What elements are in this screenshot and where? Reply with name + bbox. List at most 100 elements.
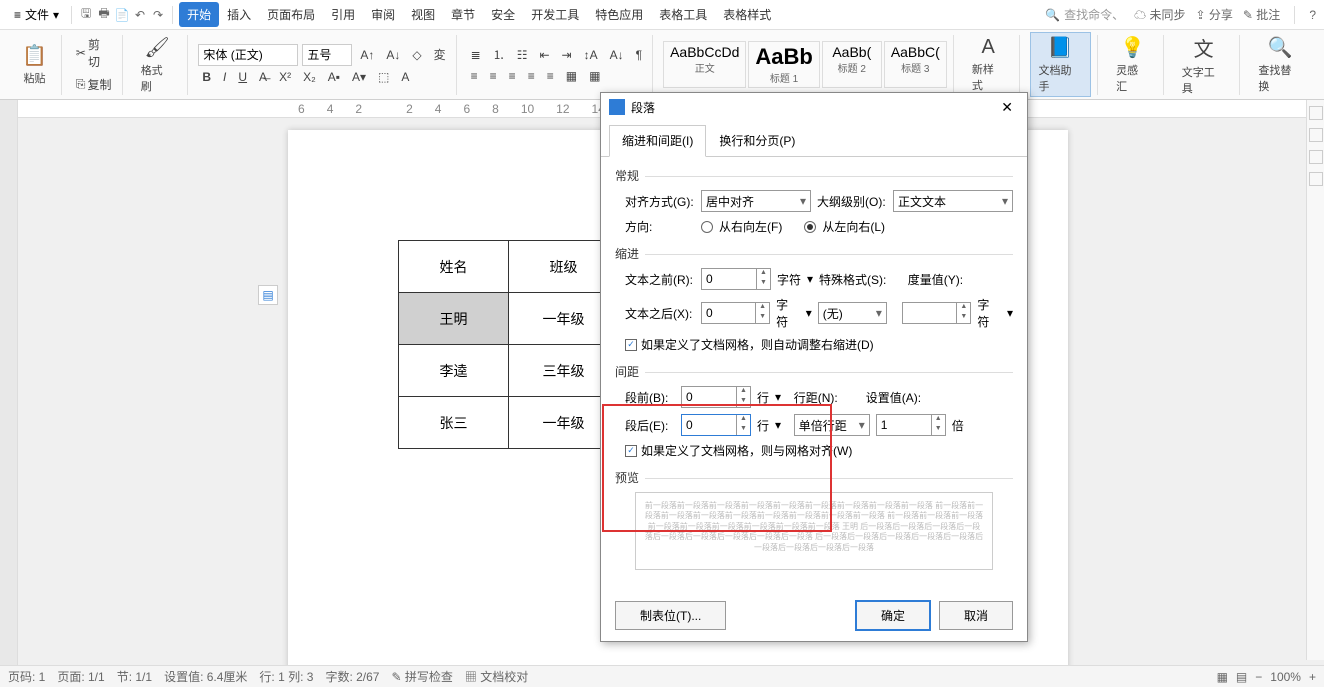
strike-icon[interactable]: A̶ [255, 68, 271, 86]
command-search[interactable]: 🔍 查找命令、 [1045, 6, 1124, 23]
zoom-level[interactable]: 100% [1270, 670, 1301, 684]
text-before-spin[interactable]: 0▲▼ [701, 268, 771, 290]
align-center-icon[interactable]: ≡ [486, 67, 501, 85]
side-tool-4[interactable] [1309, 172, 1323, 186]
status-position[interactable]: 行: 1 列: 3 [259, 668, 313, 685]
tab-indent-spacing[interactable]: 缩进和间距(I) [609, 125, 706, 157]
side-tool-2[interactable] [1309, 128, 1323, 142]
texttool-button[interactable]: 文文字工具 [1174, 31, 1234, 98]
font-color-icon[interactable]: A▾ [348, 68, 370, 86]
dochelp-button[interactable]: 📘文档助手 [1030, 32, 1092, 97]
data-table[interactable]: 姓名班级王明一年级李逵三年级张三一年级 [398, 240, 619, 449]
findreplace-button[interactable]: 🔍查找替换 [1250, 33, 1310, 96]
borders-icon[interactable]: ▦ [585, 67, 604, 85]
status-page[interactable]: 页码: 1 [8, 668, 45, 685]
menu-tab-4[interactable]: 审阅 [363, 2, 403, 27]
multilevel-icon[interactable]: ☷ [513, 46, 532, 64]
subscript-icon[interactable]: X₂ [299, 68, 320, 86]
before-para-spin[interactable]: 0▲▼ [681, 386, 751, 408]
menu-tab-6[interactable]: 章节 [443, 2, 483, 27]
share-button[interactable]: ⇪ 分享 [1196, 6, 1233, 23]
numbering-icon[interactable]: ⒈ [489, 44, 509, 65]
measure-spin[interactable]: ▲▼ [902, 302, 971, 324]
char-shade-icon[interactable]: A [397, 68, 413, 86]
align-right-icon[interactable]: ≡ [505, 67, 520, 85]
table-cell[interactable]: 王明 [399, 293, 509, 345]
paste-button[interactable]: 📋粘贴 [14, 41, 55, 88]
grow-font-icon[interactable]: A↑ [356, 46, 378, 64]
style-0[interactable]: AaBbCcDd正文 [663, 41, 746, 88]
bullets-icon[interactable]: ≣ [467, 46, 485, 64]
tabstops-button[interactable]: 制表位(T)... [615, 601, 726, 630]
table-cell[interactable]: 张三 [399, 397, 509, 449]
cancel-button[interactable]: 取消 [939, 601, 1013, 630]
copy-button[interactable]: ⎘ 复制 [72, 74, 116, 95]
indent-grid-check[interactable]: ✓ [625, 339, 637, 351]
sync-status[interactable]: ☁ 未同步 [1134, 6, 1185, 23]
file-menu[interactable]: ≡ 文件 ▾ [8, 2, 65, 27]
menu-tab-9[interactable]: 特色应用 [587, 2, 651, 27]
menu-tab-1[interactable]: 插入 [219, 2, 259, 27]
menu-tab-11[interactable]: 表格样式 [715, 2, 779, 27]
indent-inc-icon[interactable]: ⇥ [558, 46, 576, 64]
phonetic-icon[interactable]: 変 [430, 44, 450, 65]
align-left-icon[interactable]: ≡ [467, 67, 482, 85]
distribute-icon[interactable]: ≡ [543, 67, 558, 85]
status-doccheck[interactable]: ▦ 文档校对 [465, 668, 528, 685]
align-combo[interactable]: 居中对齐 [701, 190, 811, 212]
shrink-font-icon[interactable]: A↓ [382, 46, 404, 64]
menu-tab-8[interactable]: 开发工具 [523, 2, 587, 27]
tab-line-break[interactable]: 换行和分页(P) [706, 125, 808, 156]
save-icon[interactable]: 🖫 [78, 7, 94, 23]
table-cell[interactable]: 姓名 [399, 241, 509, 293]
redo-icon[interactable]: ↷ [150, 7, 166, 23]
preview-icon[interactable]: 📄 [114, 7, 130, 23]
help-icon[interactable]: ? [1309, 8, 1316, 22]
table-cell[interactable]: 李逵 [399, 345, 509, 397]
line-spacing-combo[interactable]: 单倍行距 [794, 414, 870, 436]
format-painter[interactable]: 🖌格式刷 [133, 33, 182, 96]
comment-button[interactable]: ✎ 批注 [1243, 6, 1280, 23]
align-justify-icon[interactable]: ≡ [524, 67, 539, 85]
status-words[interactable]: 字数: 2/67 [325, 668, 379, 685]
font-selector[interactable]: 宋体 (正文) [198, 44, 298, 66]
after-para-spin[interactable]: 0▲▼ [681, 414, 751, 436]
status-pages[interactable]: 页面: 1/1 [57, 668, 104, 685]
style-1[interactable]: AaBb标题 1 [748, 41, 819, 88]
menu-tab-5[interactable]: 视图 [403, 2, 443, 27]
status-setting[interactable]: 设置值: 6.4厘米 [164, 668, 247, 685]
menu-tab-7[interactable]: 安全 [483, 2, 523, 27]
outline-combo[interactable]: 正文文本 [893, 190, 1013, 212]
sort-icon[interactable]: A↓ [606, 46, 628, 64]
zoom-in-icon[interactable]: + [1309, 670, 1316, 684]
set-value-spin[interactable]: 1▲▼ [876, 414, 946, 436]
menu-tab-2[interactable]: 页面布局 [259, 2, 323, 27]
inspire-button[interactable]: 💡灵感汇 [1108, 33, 1157, 96]
side-tool-3[interactable] [1309, 150, 1323, 164]
spacing-grid-check[interactable]: ✓ [625, 445, 637, 457]
ok-button[interactable]: 确定 [855, 600, 931, 631]
rtl-radio[interactable] [701, 221, 713, 233]
text-after-spin[interactable]: 0▲▼ [701, 302, 770, 324]
clear-format-icon[interactable]: ◇ [408, 46, 425, 64]
zoom-out-icon[interactable]: − [1255, 670, 1262, 684]
dialog-titlebar[interactable]: 段落 ✕ [601, 93, 1027, 121]
highlight-icon[interactable]: A▪ [324, 68, 344, 86]
char-border-icon[interactable]: ⬚ [374, 68, 393, 86]
view-mode2-icon[interactable]: ▤ [1236, 670, 1247, 684]
status-section[interactable]: 节: 1/1 [117, 668, 152, 685]
menu-tab-0[interactable]: 开始 [179, 2, 219, 27]
side-tool-1[interactable] [1309, 106, 1323, 120]
special-combo[interactable]: (无) [818, 302, 887, 324]
menu-tab-3[interactable]: 引用 [323, 2, 363, 27]
size-selector[interactable]: 五号 [302, 44, 352, 66]
style-2[interactable]: AaBb(标题 2 [822, 41, 882, 88]
newstyle-button[interactable]: A新样式 [964, 34, 1013, 95]
bold-icon[interactable]: B [198, 68, 215, 86]
style-3[interactable]: AaBbC(标题 3 [884, 41, 947, 88]
close-icon[interactable]: ✕ [995, 97, 1019, 118]
table-handle-icon[interactable]: ▤ [258, 285, 278, 305]
italic-icon[interactable]: I [219, 68, 230, 86]
menu-tab-10[interactable]: 表格工具 [651, 2, 715, 27]
indent-dec-icon[interactable]: ⇤ [535, 46, 553, 64]
